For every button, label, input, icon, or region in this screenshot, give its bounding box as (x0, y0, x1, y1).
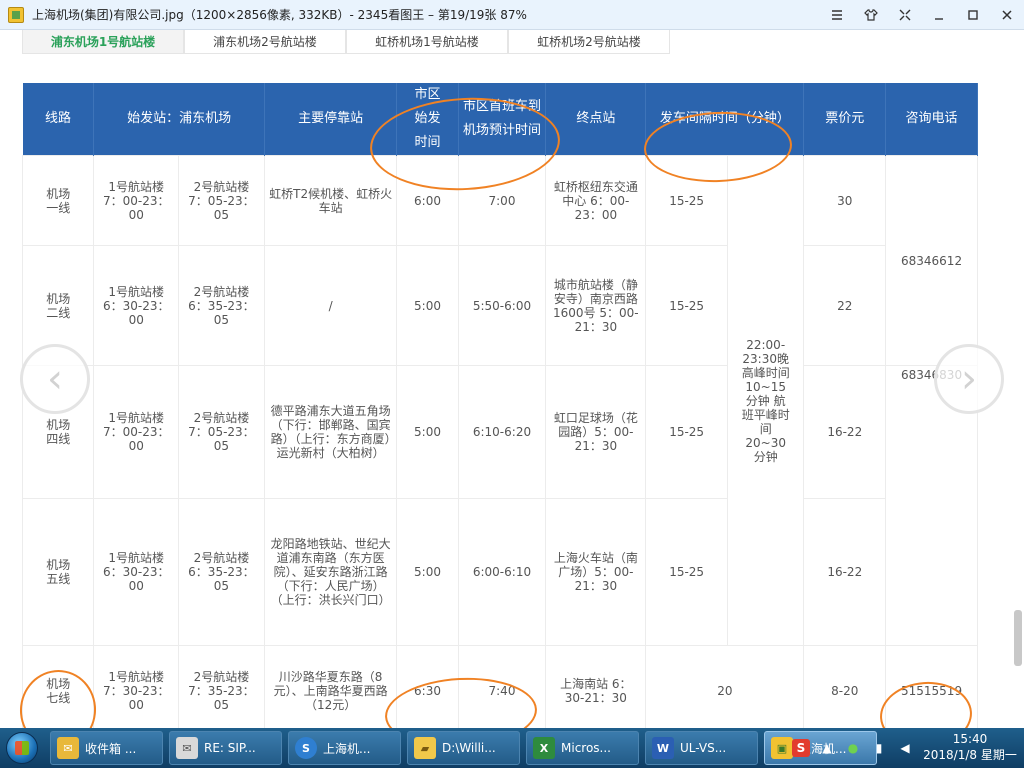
interval-cell: 15-25 (645, 498, 728, 646)
maximize-button[interactable] (956, 0, 990, 30)
t1-hours-cell: 1号航站楼 7：00-23：00 (93, 365, 180, 499)
next-image-button[interactable]: › (934, 344, 1004, 414)
taskbar-item-label: D:\Willi... (442, 741, 496, 755)
stops-cell: 德平路浦东大道五角场（下行：邯郸路、国宾路）（上行：东方商厦）运光新村（大柏树） (263, 365, 398, 499)
tab-pudong-t2[interactable]: 浦东机场2号航站楼 (184, 30, 346, 54)
stops-cell: 龙阳路地铁站、世纪大道浦东南路（东方医院）、延安东路浙江路（下行：人民广场）（上… (263, 498, 398, 646)
image-canvas: 浦东机场1号航站楼 浦东机场2号航站楼 虹桥机场1号航站楼 虹桥机场2号航站楼 … (0, 30, 1024, 728)
title-bar: 上海机场(集团)有限公司.jpg（1200×2856像素, 332KB）- 23… (0, 0, 1024, 30)
mail-icon: ✉ (57, 737, 79, 759)
envelope-icon: ✉ (176, 737, 198, 759)
route-cell: 机场五线 (21, 498, 95, 646)
sogou-browser-icon: S (295, 737, 317, 759)
chevron-right-icon: › (961, 356, 977, 402)
terminal-cell: 城市航站楼（静安寺）南京西路1600号 5：00-21：30 (545, 245, 647, 366)
arrival-cell: 6:10-6:20 (457, 365, 547, 499)
folder-icon: ▰ (414, 737, 436, 759)
close-button[interactable] (990, 0, 1024, 30)
menu-icon[interactable] (820, 0, 854, 30)
start-button[interactable] (0, 728, 44, 768)
excel-icon: X (533, 737, 555, 759)
taskbar-item-label: UL-VS... (680, 741, 727, 755)
fare-cell: 22 (803, 245, 887, 366)
terminal-cell: 虹桥枢纽东交通中心 6：00-23：00 (545, 155, 647, 246)
taskbar-item-label: RE: SIP... (204, 741, 256, 755)
city-first-cell: 5:00 (396, 245, 459, 366)
t1-hours-cell: 1号航站楼 7：00-23：00 (93, 155, 180, 246)
t2-hours-cell: 2号航站楼 6：35-23：05 (178, 245, 265, 366)
tab-hongqiao-t1[interactable]: 虹桥机场1号航站楼 (346, 30, 508, 54)
arrival-cell: 6:00-6:10 (457, 498, 547, 646)
table-row: 机场五线 1号航站楼 6：30-23：00 2号航站楼 6：35-23：05 龙… (21, 498, 978, 646)
chevron-left-icon: ‹ (47, 356, 63, 402)
window-controls (820, 0, 1024, 30)
tab-hongqiao-t2[interactable]: 虹桥机场2号航站楼 (508, 30, 670, 54)
header-terminal: 终点站 (545, 83, 647, 156)
interval-cell: 15-25 (645, 365, 728, 499)
network-icon[interactable]: ▮ (870, 739, 888, 757)
t1-hours-cell: 1号航站楼 6：30-23：00 (93, 498, 180, 646)
windows-logo-icon (6, 732, 38, 764)
t1-hours-cell: 1号航站楼 6：30-23：00 (93, 245, 180, 366)
header-fare: 票价元 (803, 83, 887, 156)
volume-icon[interactable]: ◀ (896, 739, 914, 757)
system-tray: S ▲ ● ▮ ◀ 15:40 2018/1/8 星期一 (784, 728, 1024, 768)
fare-cell: 16-22 (803, 498, 887, 646)
t2-hours-cell: 2号航站楼 7：05-23：05 (178, 365, 265, 499)
taskbar-item-label: 收件箱 ... (85, 741, 137, 756)
t2-hours-cell: 2号航站楼 6：35-23：05 (178, 498, 265, 646)
table-row: 机场二线 1号航站楼 6：30-23：00 2号航站楼 6：35-23：05 /… (21, 245, 978, 366)
previous-image-button[interactable]: ‹ (20, 344, 90, 414)
taskbar: ✉ 收件箱 ... ✉ RE: SIP... S 上海机... ▰ D:\Wil… (0, 728, 1024, 768)
taskbar-item-label: Micros... (561, 741, 611, 755)
phone-cell: 68346612 (885, 155, 978, 366)
clock-time: 15:40 (952, 732, 988, 746)
fare-cell: 30 (803, 155, 887, 246)
fare-cell: 8-20 (803, 645, 887, 728)
show-hidden-icons-icon[interactable]: ▲ (818, 739, 836, 757)
wechat-icon[interactable]: ● (844, 739, 862, 757)
fare-cell: 16-22 (803, 365, 887, 499)
taskbar-item-browser[interactable]: S 上海机... (288, 731, 401, 765)
terminal-cell: 虹口足球场（花园路）5：00-21：30 (545, 365, 647, 499)
interval-cell: 20 (645, 645, 805, 728)
city-first-cell: 5:00 (396, 498, 459, 646)
header-origin: 始发站：浦东机场 (93, 83, 265, 156)
stops-cell: 虹桥T2候机楼、虹桥火车站 (263, 155, 398, 246)
clock-date: 2018/1/8 星期一 (923, 748, 1017, 762)
system-clock[interactable]: 15:40 2018/1/8 星期一 (920, 731, 1020, 763)
interval-note-cell: 22:00-23:30晚高峰时间10~15分钟 航班平峰时间20~30分钟 (726, 155, 805, 646)
t2-hours-cell: 2号航站楼 7：35-23：05 (178, 645, 265, 728)
taskbar-item-explorer[interactable]: ▰ D:\Willi... (407, 731, 520, 765)
terminal-cell: 上海火车站（南广场）5：00-21：30 (545, 498, 647, 646)
tab-pudong-t1[interactable]: 浦东机场1号航站楼 (22, 30, 184, 54)
t2-hours-cell: 2号航站楼 7：05-23：05 (178, 155, 265, 246)
header-phone: 咨询电话 (885, 83, 978, 156)
header-route: 线路 (22, 83, 95, 156)
arrival-cell: 5:50-6:00 (457, 245, 547, 366)
terminal-tabs: 浦东机场1号航站楼 浦东机场2号航站楼 虹桥机场1号航站楼 虹桥机场2号航站楼 (22, 30, 670, 54)
table-row: 机场四线 1号航站楼 7：00-23：00 2号航站楼 7：05-23：05 德… (21, 365, 978, 646)
taskbar-item-email[interactable]: ✉ RE: SIP... (169, 731, 282, 765)
city-first-cell: 5:00 (396, 365, 459, 499)
stops-cell: / (263, 245, 398, 366)
fullscreen-icon[interactable] (888, 0, 922, 30)
terminal-cell: 上海南站 6：30-21：30 (545, 645, 647, 728)
window-title: 上海机场(集团)有限公司.jpg（1200×2856像素, 332KB）- 23… (32, 8, 527, 22)
t1-hours-cell: 1号航站楼 7：30-23：00 (93, 645, 180, 728)
taskbar-item-word[interactable]: W UL-VS... (645, 731, 758, 765)
taskbar-item-label: 上海机... (323, 741, 371, 756)
sogou-input-icon[interactable]: S (792, 739, 810, 757)
minimize-button[interactable] (922, 0, 956, 30)
skin-icon[interactable] (854, 0, 888, 30)
taskbar-item-excel[interactable]: X Micros... (526, 731, 639, 765)
image-viewer-app-icon (8, 6, 24, 23)
word-icon: W (652, 737, 674, 759)
route-cell: 机场一线 (21, 155, 95, 246)
vertical-scrollbar[interactable] (1014, 610, 1022, 666)
interval-cell: 15-25 (645, 245, 728, 366)
stops-cell: 川沙路华夏东路（8元）、上南路华夏西路（12元） (263, 645, 398, 728)
taskbar-item-inbox[interactable]: ✉ 收件箱 ... (50, 731, 163, 765)
